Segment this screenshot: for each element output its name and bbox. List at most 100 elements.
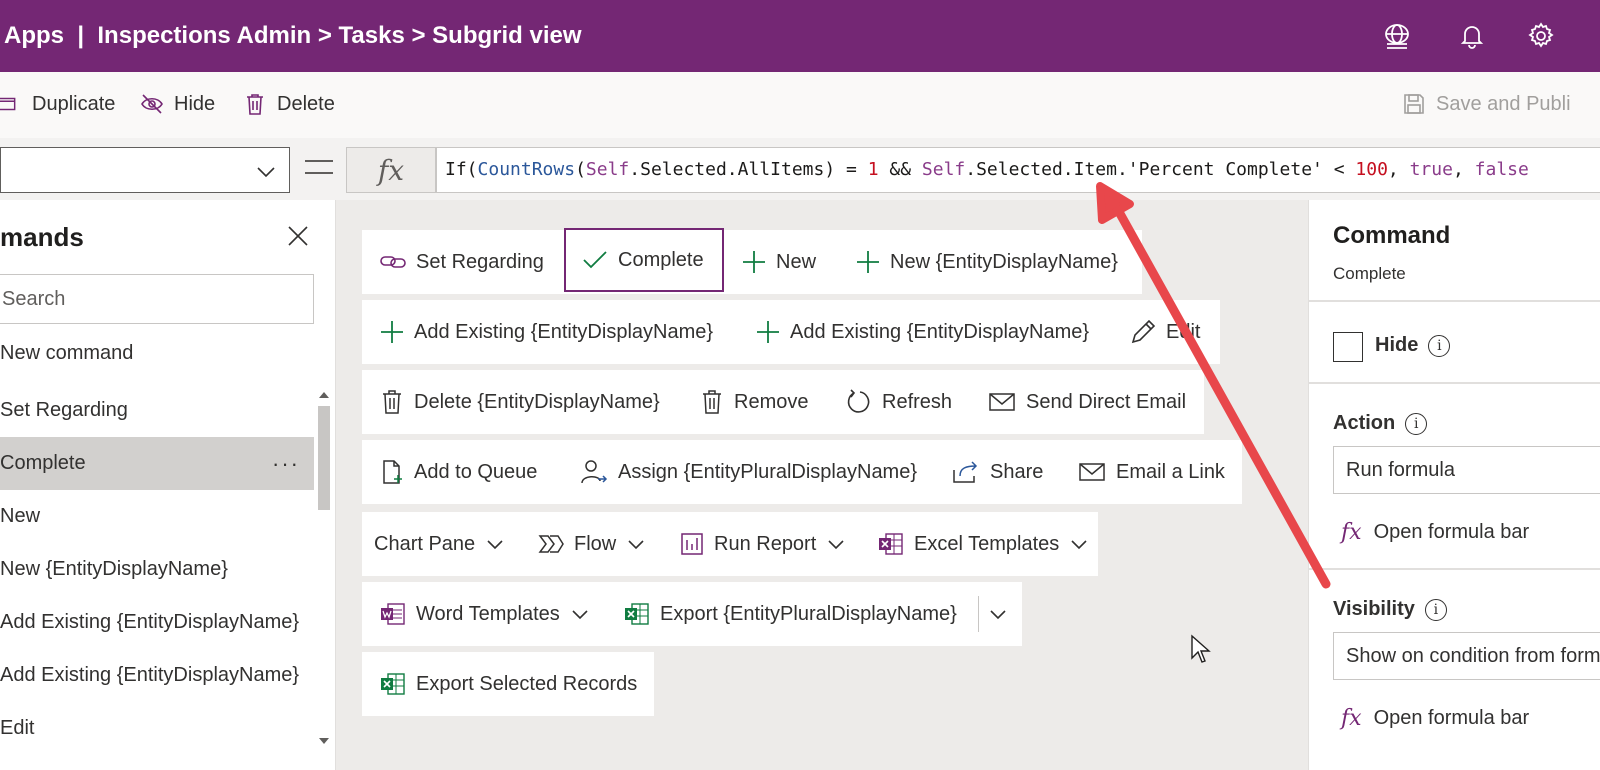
plus-icon [857,251,879,273]
notifications-icon[interactable] [1458,22,1486,50]
list-item[interactable]: Set Regarding [0,384,314,437]
info-icon[interactable]: i [1405,412,1428,435]
new-command-button[interactable]: New command [0,342,133,365]
button-label: Flow [574,532,617,555]
button-label: Assign {EntityPluralDisplayName} [618,460,918,483]
add-to-queue-button[interactable]: Add to Queue [380,440,537,504]
breadcrumb-path[interactable]: Inspections Admin > Tasks > Subgrid view [97,22,581,50]
formula-token: 100 [1355,159,1388,180]
add-existing-button[interactable]: Add Existing {EntityDisplayName} [756,300,1089,364]
remove-button[interactable]: Remove [700,370,808,434]
email-icon [1079,463,1105,481]
button-label: Export {EntityPluralDisplayName} [660,602,957,625]
hide-button[interactable]: Hide [140,92,215,116]
excel-export-icon [625,603,649,625]
command-bar-row: Set Regarding Complete New New {EntityDi… [362,228,1142,294]
action-label-group: Action i [1333,412,1428,435]
command-bar-row: Word Templates Export {EntityPluralDispl… [362,582,1022,646]
chevron-down-icon [487,540,503,550]
app-name[interactable]: Apps [4,22,64,50]
list-item-label: Complete [0,452,86,474]
list-item[interactable]: Add Existing {EntityDisplayName} [0,596,314,649]
edit-button[interactable]: Edit [1130,300,1200,364]
visibility-label: Visibility [1333,598,1415,620]
chevron-down-icon [1071,540,1087,550]
property-dropdown[interactable] [0,147,290,193]
email-a-link-button[interactable]: Email a Link [1078,440,1225,504]
chart-pane-dropdown[interactable]: Chart Pane [374,512,505,576]
plus-icon [381,321,403,343]
word-templates-dropdown[interactable]: Word Templates [380,582,590,646]
formula-token: , [1387,159,1410,180]
hide-label: Hide [174,92,216,115]
button-label: Edit [1166,320,1201,343]
formula-token: If( [445,159,478,180]
more-options-icon[interactable]: ··· [272,437,300,490]
export-entity-button[interactable]: Export {EntityPluralDisplayName} [624,582,957,646]
breadcrumb: Apps | Inspections Admin > Tasks > Subgr… [0,22,582,50]
divider [1309,568,1600,570]
delete-entity-button[interactable]: Delete {EntityDisplayName} [380,370,660,434]
open-formula-bar-link[interactable]: fx Open formula bar [1341,520,1529,545]
list-item[interactable]: New {EntityDisplayName} [0,543,314,596]
excel-templates-dropdown[interactable]: Excel Templates [878,512,1089,576]
delete-label: Delete [277,92,335,115]
scroll-up-icon[interactable] [318,390,330,400]
export-selected-records-button[interactable]: Export Selected Records [380,652,637,716]
scrollbar[interactable] [314,390,334,750]
scroll-thumb[interactable] [318,406,330,510]
formula-token: ( [575,159,586,180]
formula-token: , [1452,159,1475,180]
formula-token: .Selected.Item.'Percent Complete' < [965,159,1356,180]
complete-button[interactable]: Complete [564,228,724,292]
formula-token: Self [585,159,630,180]
info-icon[interactable]: i [1428,334,1451,357]
button-label: Add Existing {EntityDisplayName} [790,320,1090,343]
add-existing-button[interactable]: Add Existing {EntityDisplayName} [380,300,713,364]
mouse-cursor-icon [1191,634,1211,663]
list-item-selected[interactable]: Complete ··· [0,437,314,490]
environment-icon[interactable] [1383,22,1411,50]
action-dropdown[interactable]: Run formula [1333,446,1600,494]
chevron-down-icon [572,610,588,620]
settings-gear-icon[interactable] [1527,22,1555,50]
list-item[interactable]: New [0,490,314,543]
pencil-icon [1131,319,1156,344]
visibility-dropdown[interactable]: Show on condition from formula [1333,632,1600,680]
share-button[interactable]: Share [952,440,1043,504]
scroll-down-icon[interactable] [318,736,330,746]
set-regarding-button[interactable]: Set Regarding [380,230,544,294]
divider [1309,300,1600,302]
link-label: Open formula bar [1373,707,1530,729]
formula-input[interactable]: If(CountRows(Self.Selected.AllItems) = 1… [436,147,1600,193]
hide-checkbox[interactable] [1333,332,1363,362]
flow-dropdown[interactable]: Flow [538,512,646,576]
share-icon [953,461,978,483]
list-item[interactable]: Add Existing {EntityDisplayName} [0,649,314,702]
list-item[interactable]: Edit [0,702,314,755]
search-input[interactable]: Search [0,274,314,324]
checkmark-icon [583,251,607,269]
button-label: New {EntityDisplayName} [890,250,1118,273]
panel-title: mands [0,222,84,252]
delete-button[interactable]: Delete [243,92,335,116]
button-label: Chart Pane [374,532,476,555]
word-icon [381,603,405,625]
new-entity-button[interactable]: New {EntityDisplayName} [856,230,1118,294]
equals-icon [305,160,333,184]
duplicate-button[interactable]: Duplicate [0,92,115,116]
refresh-button[interactable]: Refresh [846,370,952,434]
info-icon[interactable]: i [1424,598,1447,621]
new-button[interactable]: New [742,230,816,294]
run-report-dropdown[interactable]: Run Report [680,512,846,576]
export-chevron-button[interactable] [988,582,1008,646]
open-formula-bar-link[interactable]: fx Open formula bar [1341,706,1529,731]
trash-icon [247,94,263,115]
save-and-publish-button[interactable]: Save and Publi [1402,92,1571,116]
app-header: Apps | Inspections Admin > Tasks > Subgr… [0,0,1600,72]
assign-button[interactable]: Assign {EntityPluralDisplayName} [580,440,917,504]
split-divider [978,596,979,632]
button-label: Complete [618,248,704,271]
close-icon[interactable] [286,224,310,248]
send-direct-email-button[interactable]: Send Direct Email [988,370,1186,434]
